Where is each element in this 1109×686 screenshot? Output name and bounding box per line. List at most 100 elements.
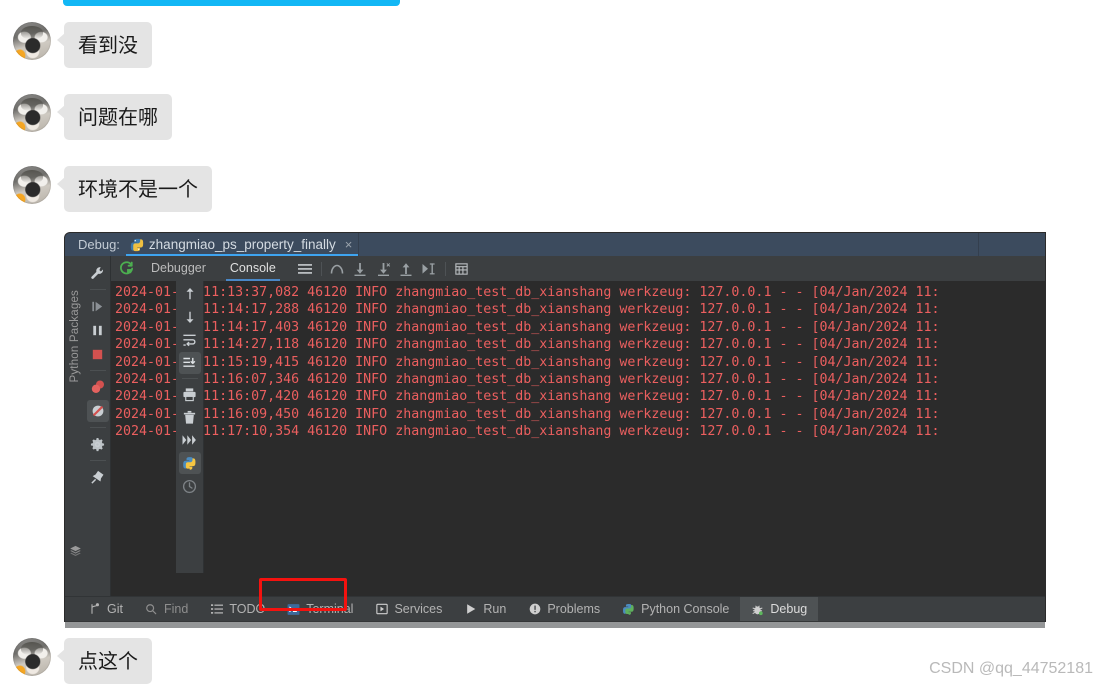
tab-console-label: Console [229, 261, 276, 275]
chat-bubble-text: 点这个 [64, 638, 152, 684]
debug-label: Debug: [78, 237, 120, 252]
toolbar-divider [444, 261, 446, 276]
breakpoints-icon[interactable] [87, 376, 109, 398]
left-tool-strip: Python Packages [65, 256, 85, 596]
python-packages-label[interactable]: Python Packages [69, 290, 81, 383]
mute-breakpoints-icon[interactable] [86, 400, 109, 422]
history-icon[interactable] [179, 475, 201, 497]
toolbar-divider [89, 460, 106, 461]
wrench-icon[interactable] [87, 262, 109, 284]
bottom-tab-git-label: Git [107, 602, 123, 616]
chat-message: 点这个 [13, 638, 152, 684]
console-output[interactable]: 2024-01-04 11:13:37,082 46120 INFO zhang… [111, 281, 1045, 596]
debug-body: Python Packages Debugger Console 2024-01… [65, 256, 1045, 596]
log-line: 2024-01-04 11:16:09,450 46120 INFO zhang… [115, 406, 940, 422]
soft-wrap-icon[interactable] [179, 329, 201, 351]
toolbar-divider [89, 427, 106, 428]
close-icon[interactable]: × [345, 237, 353, 252]
scroll-down-icon[interactable] [179, 306, 201, 328]
bottom-tab-python-console-label: Python Console [641, 602, 730, 616]
fast-forward-icon[interactable] [179, 429, 201, 451]
tab-debugger-label: Debugger [151, 261, 206, 275]
bottom-tab-services-label: Services [394, 602, 443, 616]
problems-icon [528, 603, 541, 616]
toolbar-divider [89, 370, 106, 371]
toolbar-divider [181, 378, 198, 379]
bottom-tab-problems-label: Problems [547, 602, 601, 616]
resume-icon[interactable] [87, 295, 109, 317]
console-column: Debugger Console 2024-01-04 11:13:37,082… [111, 256, 1045, 596]
step-out-icon[interactable] [395, 258, 418, 280]
console-action-toolbar [176, 281, 204, 573]
titlebar-right-space [979, 233, 1045, 256]
run-to-cursor-icon[interactable] [418, 258, 441, 280]
pycharm-debug-panel: Debug: zhangmiao_ps_property_finally × P… [65, 233, 1045, 621]
tool-window-tabbar: Git Find TODO Terminal Services Run Prob… [65, 596, 1045, 621]
toolbar-divider [89, 289, 106, 290]
evaluate-icon[interactable] [450, 258, 473, 280]
debug-step-icons [294, 258, 473, 280]
todo-list-icon [210, 603, 223, 616]
python-console-icon[interactable] [178, 452, 201, 474]
bottom-tab-run-label: Run [483, 602, 507, 616]
bottom-tab-git[interactable]: Git [77, 597, 134, 622]
settings-icon[interactable] [87, 433, 109, 455]
git-branch-icon [88, 603, 101, 616]
chat-message: 问题在哪 [13, 94, 172, 140]
trash-icon[interactable] [179, 406, 201, 428]
avatar[interactable] [13, 22, 51, 60]
bottom-tab-services[interactable]: Services [364, 597, 453, 622]
bottom-tab-python-console[interactable]: Python Console [611, 597, 740, 622]
pin-icon[interactable] [87, 466, 109, 488]
bottom-tab-find-label: Find [163, 602, 189, 616]
chat-message: 看到没 [13, 22, 152, 68]
debug-session-tab[interactable]: zhangmiao_ps_property_finally × [125, 233, 359, 256]
chat-bubble-text: 环境不是一个 [64, 166, 212, 212]
bottom-tab-problems[interactable]: Problems [517, 597, 611, 622]
ide-status-bar-sliver [65, 621, 1045, 628]
bottom-tab-terminal-label: Terminal [306, 602, 354, 616]
bottom-tab-debug-label: Debug [770, 602, 808, 616]
tab-console[interactable]: Console [218, 256, 288, 281]
log-line: 2024-01-04 11:14:17,288 46120 INFO zhang… [115, 302, 940, 318]
bottom-tab-todo[interactable]: TODO [199, 597, 276, 622]
run-play-icon [464, 603, 477, 616]
terminal-icon [287, 603, 300, 616]
stop-icon[interactable] [87, 343, 109, 365]
titlebar-space [359, 233, 978, 256]
debug-titlebar: Debug: zhangmiao_ps_property_finally × [65, 233, 1045, 256]
toolbar-divider [320, 261, 322, 276]
console-toolbar: Debugger Console [111, 256, 1045, 281]
bottom-tab-run[interactable]: Run [453, 597, 517, 622]
log-line: 2024-01-04 11:16:07,420 46120 INFO zhang… [115, 389, 940, 405]
bottom-tab-debug[interactable]: Debug [740, 596, 819, 621]
bottom-tab-todo-label: TODO [229, 602, 266, 616]
debug-session-name: zhangmiao_ps_property_finally [148, 237, 336, 252]
scroll-up-icon[interactable] [179, 283, 201, 305]
step-into-icon[interactable] [349, 258, 372, 280]
bottom-tab-terminal[interactable]: Terminal [276, 597, 364, 622]
tab-debugger[interactable]: Debugger [139, 256, 218, 281]
bottom-tab-find[interactable]: Find [134, 597, 199, 622]
force-step-into-icon[interactable] [372, 258, 395, 280]
layers-icon [69, 545, 82, 558]
screenshot-root: 看到没 问题在哪 环境不是一个 点这个 Debug: zhangmiao_ps_… [0, 0, 1109, 686]
avatar[interactable] [13, 638, 51, 676]
search-icon [145, 603, 158, 616]
watermark: CSDN @qq_44752181 [929, 660, 1093, 677]
step-over-icon[interactable] [326, 258, 349, 280]
chat-bubble-text: 问题在哪 [64, 94, 172, 140]
log-line: 2024-01-04 11:13:37,082 46120 INFO zhang… [115, 285, 940, 300]
log-line: 2024-01-04 11:14:27,118 46120 INFO zhang… [115, 337, 940, 353]
rerun-icon[interactable] [113, 261, 139, 276]
scroll-to-end-icon[interactable] [178, 352, 201, 374]
menu-icon[interactable] [294, 258, 317, 280]
debug-bug-icon [751, 603, 764, 616]
partial-outgoing-bubble [63, 0, 400, 6]
avatar[interactable] [13, 94, 51, 132]
log-line: 2024-01-04 11:16:07,346 46120 INFO zhang… [115, 372, 940, 388]
avatar[interactable] [13, 166, 51, 204]
pause-icon[interactable] [87, 319, 109, 341]
print-icon[interactable] [179, 383, 201, 405]
chat-bubble-text: 看到没 [64, 22, 152, 68]
